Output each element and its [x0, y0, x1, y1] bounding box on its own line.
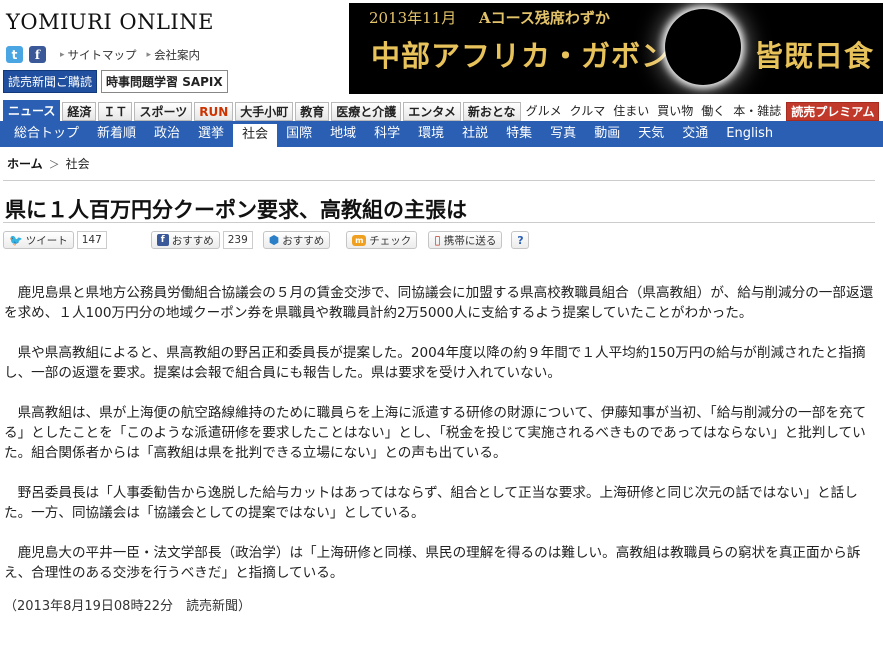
- breadcrumb-home[interactable]: ホーム: [7, 155, 43, 172]
- subnav-item[interactable]: 動画: [585, 121, 629, 147]
- article-title: 県に１人百万円分クーポン要求、高教組の主張は: [5, 198, 467, 222]
- category-tab[interactable]: 働く: [698, 102, 728, 121]
- subnav-item[interactable]: 新着順: [88, 121, 145, 147]
- breadcrumb-current[interactable]: 社会: [66, 155, 90, 172]
- banner-date: 2013年11月: [369, 9, 457, 27]
- subnav-item[interactable]: 総合トップ: [5, 121, 88, 147]
- banner-right-text: 皆既日食: [754, 39, 875, 73]
- tweet-count: 147: [76, 231, 107, 249]
- category-tabs: ニュース 経済 ＩＴ スポーツ RUN 大手小町 教育 医療と介護 エンタメ 新おとな グルメ クルマ…: [3, 100, 880, 121]
- subnav-item[interactable]: 政治: [145, 121, 189, 147]
- category-tab[interactable]: 新おとな: [462, 102, 521, 121]
- recommend-label: おすすめ: [282, 234, 325, 247]
- banner-top-line: 2013年11月 Aコース残席わずか: [369, 7, 610, 28]
- breadcrumb: ホーム ＞ 社会: [7, 155, 90, 172]
- mobile-phone-icon: ▯: [434, 233, 441, 247]
- article-body: 鹿児島県と県地方公務員労働組合協議会の５月の賃金交渉で、同協議会に加盟する県高校…: [4, 283, 880, 617]
- category-tab[interactable]: エンタメ: [403, 102, 461, 121]
- arrow-icon: ▸: [146, 49, 152, 60]
- category-tab[interactable]: 本・雑誌: [730, 102, 784, 121]
- subscribe-button[interactable]: 読売新聞ご購読: [3, 70, 98, 93]
- twitter-bird-icon: 🐦: [9, 233, 23, 247]
- subnav-item[interactable]: 写真: [541, 121, 585, 147]
- article-paragraph: 鹿児島県と県地方公務員労働組合協議会の５月の賃金交渉で、同協議会に加盟する県高校…: [4, 285, 874, 321]
- category-tab[interactable]: 買い物: [654, 102, 696, 121]
- share-bar: 🐦 ツイート 147 f おすすめ 239 ⬢ おすすめ m チェック ▯ 携帯…: [3, 231, 530, 249]
- facebook-icon[interactable]: f: [29, 46, 46, 63]
- subnav-item[interactable]: English: [717, 121, 782, 147]
- breadcrumb-separator: ＞: [48, 157, 60, 171]
- category-tab[interactable]: ニュース: [3, 100, 61, 121]
- subnav-item[interactable]: 科学: [365, 121, 409, 147]
- subnav-item[interactable]: 社会: [233, 121, 278, 147]
- divider: [3, 222, 875, 223]
- category-tab[interactable]: ＩＴ: [98, 102, 133, 121]
- divider: [3, 180, 875, 181]
- mixi-icon: m: [352, 234, 367, 246]
- article-dateline: （2013年8月19日08時22分 読売新聞）: [4, 599, 251, 614]
- help-button[interactable]: ?: [511, 231, 530, 249]
- subnav-item[interactable]: 環境: [409, 121, 453, 147]
- eclipse-image: [665, 9, 741, 85]
- send-to-mobile-button[interactable]: ▯ 携帯に送る: [428, 231, 503, 249]
- header-promos: 読売新聞ご購読 時事問題学習 SAPIX: [3, 70, 228, 93]
- recommend-button[interactable]: ⬢ おすすめ: [262, 231, 331, 249]
- category-tab[interactable]: RUN: [194, 102, 234, 121]
- category-tab[interactable]: 医療と介護: [331, 102, 402, 121]
- fb-recommend-label: おすすめ: [171, 234, 214, 247]
- article-paragraph: 県や県高教組によると、県高教組の野呂正和委員長が提案した。2004年度以降の約９…: [4, 345, 866, 381]
- sapix-button[interactable]: 時事問題学習 SAPIX: [101, 70, 228, 93]
- category-tab[interactable]: スポーツ: [134, 102, 193, 121]
- subnav-item[interactable]: 国際: [277, 121, 321, 147]
- article-paragraph: 県高教組は、県が上海便の航空路線維持のために職員らを上海に派遣する研修の財源につ…: [4, 405, 867, 461]
- fb-count: 239: [222, 231, 253, 249]
- subnav-item[interactable]: 交通: [673, 121, 717, 147]
- category-tab[interactable]: 教育: [295, 102, 330, 121]
- news-subnav: 総合トップ 新着順 政治 選挙 社会 国際 地域 科学 環境 社説 特集 写真 動画 天気 交通 Englis…: [0, 121, 883, 147]
- subnav-item[interactable]: 社説: [453, 121, 497, 147]
- arrow-icon: ▸: [60, 49, 65, 60]
- mixi-check-button[interactable]: m チェック: [346, 231, 418, 249]
- mixi-check-label: チェック: [369, 234, 412, 247]
- subnav-item[interactable]: 特集: [497, 121, 541, 147]
- category-tab[interactable]: 経済: [62, 102, 97, 121]
- category-tab[interactable]: グルメ: [523, 102, 565, 121]
- banner-note: Aコース残席わずか: [479, 9, 610, 27]
- hexagon-icon: ⬢: [268, 233, 280, 247]
- tweet-button[interactable]: 🐦 ツイート: [3, 231, 74, 249]
- category-tab[interactable]: 住まい: [610, 102, 652, 121]
- send-to-mobile-label: 携帯に送る: [443, 234, 497, 247]
- sitemap-label: サイトマップ: [67, 47, 137, 62]
- ad-banner[interactable]: 2013年11月 Aコース残席わずか 中部アフリカ・ガボン 皆既日食: [349, 3, 883, 94]
- company-label: 会社案内: [154, 47, 201, 62]
- subnav-item[interactable]: 天気: [629, 121, 673, 147]
- banner-headline: 中部アフリカ・ガボン: [371, 39, 672, 73]
- article-paragraph: 鹿児島大の平井一臣・法文学部長（政治学）は「上海研修と同様、県民の理解を得るのは…: [4, 545, 861, 581]
- header-links: t f ▸ サイトマップ ▸ 会社案内: [6, 46, 200, 63]
- fb-recommend-button[interactable]: f おすすめ: [150, 231, 220, 249]
- sitemap-link[interactable]: ▸ サイトマップ: [60, 47, 137, 63]
- twitter-icon[interactable]: t: [6, 46, 23, 63]
- category-tab[interactable]: 大手小町: [235, 102, 294, 121]
- facebook-icon: f: [156, 234, 169, 246]
- site-logo[interactable]: YOMIURI ONLINE: [6, 10, 214, 34]
- article-paragraph: 野呂委員長は「人事委勧告から逸脱した給与カットはあってはならず、組合として正当な…: [4, 485, 858, 521]
- tweet-label: ツイート: [25, 234, 68, 247]
- subnav-item[interactable]: 選挙: [189, 121, 233, 147]
- company-link[interactable]: ▸ 会社案内: [147, 47, 201, 63]
- subnav-item[interactable]: 地域: [321, 121, 365, 147]
- category-tab[interactable]: 読売プレミアム: [786, 102, 880, 121]
- category-tab[interactable]: クルマ: [567, 102, 609, 121]
